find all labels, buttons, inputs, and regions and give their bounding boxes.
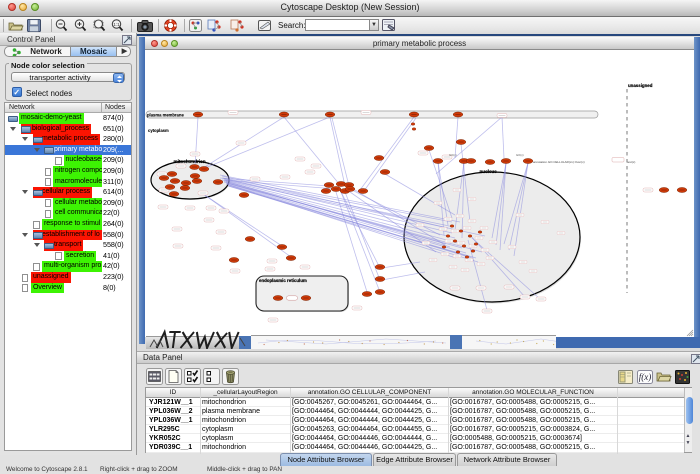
svg-text:GO(x): GO(x): [449, 153, 457, 157]
svg-text:nucleus: nucleus: [480, 169, 498, 174]
svg-text:mitochondrion: mitochondrion: [174, 159, 206, 164]
svg-text:annotation.GO.CELLULAR(xx) Ove: annotation.GO.CELLULAR(xx) Over(x): [533, 160, 585, 164]
svg-text:GO(x): GO(x): [516, 153, 524, 157]
svg-text:endoplasmic reticulum: endoplasmic reticulum: [259, 278, 307, 283]
svg-text:plasma membrane: plasma membrane: [147, 112, 184, 117]
svg-text:1:1: 1:1: [113, 22, 120, 27]
svg-text:f(x): f(x): [639, 372, 652, 382]
svg-text:cytoplasm: cytoplasm: [148, 128, 169, 133]
svg-text:unassigned: unassigned: [628, 83, 653, 88]
svg-text:text(x): text(x): [627, 160, 635, 164]
